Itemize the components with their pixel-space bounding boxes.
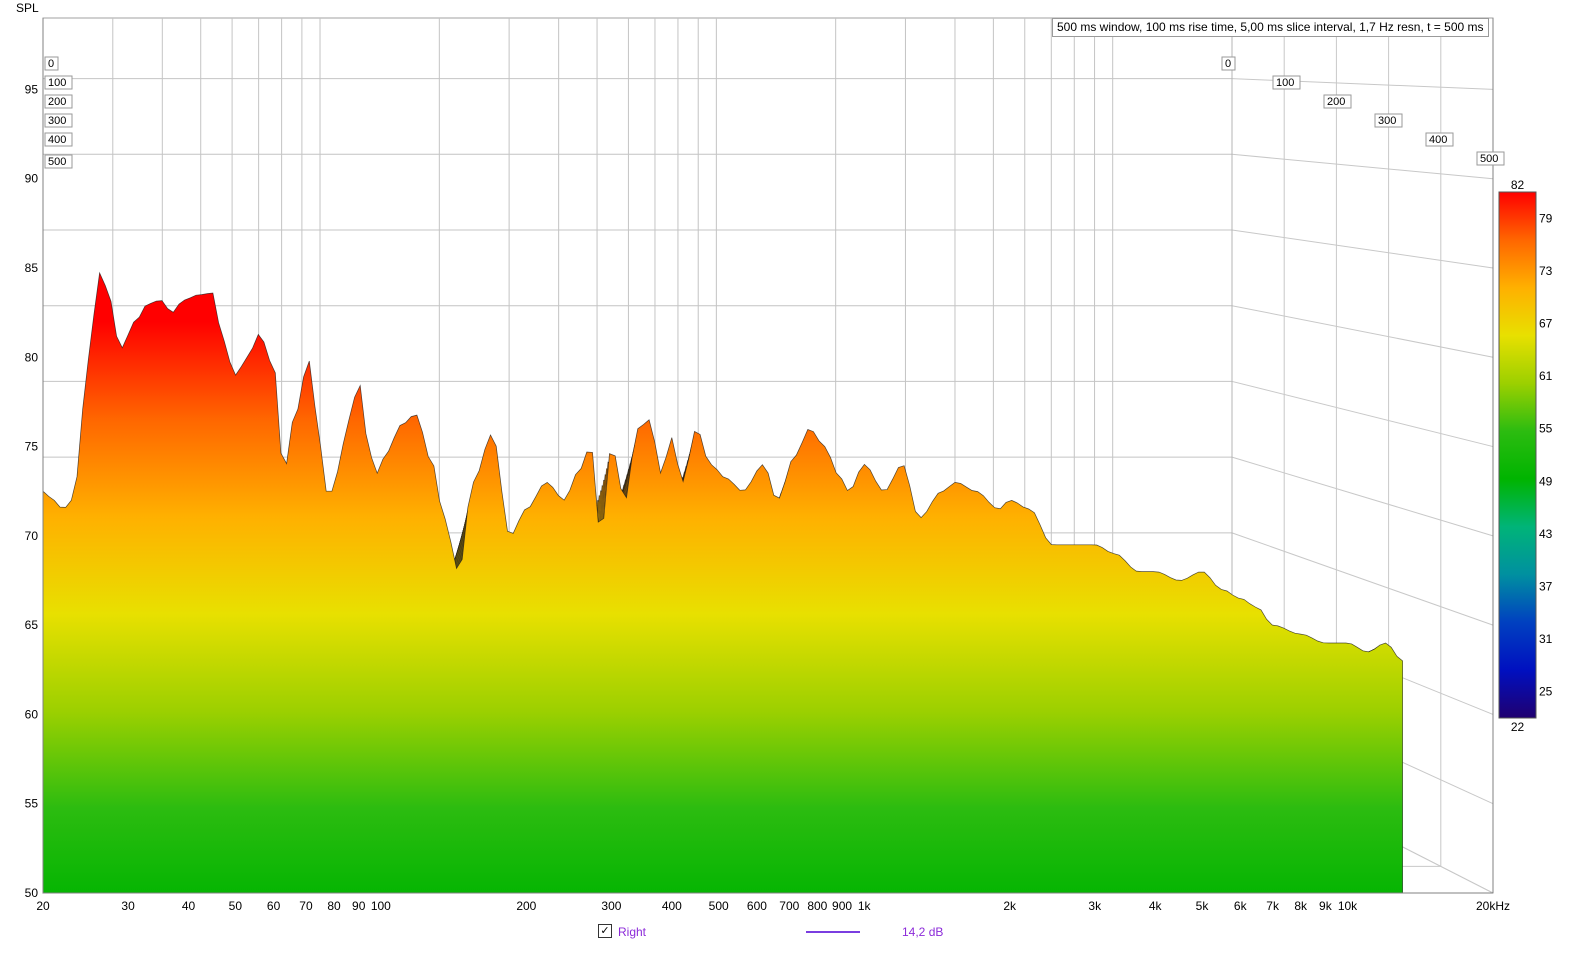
x-tick-label: 70	[299, 899, 313, 913]
time-label-right: 0	[1225, 58, 1231, 70]
y-tick-label: 85	[25, 261, 39, 275]
colorbar-label: 79	[1539, 211, 1553, 225]
legend-series-name: Right	[618, 925, 647, 939]
colorbar-label: 73	[1539, 264, 1553, 278]
time-label-left: 400	[48, 134, 66, 146]
x-tick-label: 200	[516, 899, 536, 913]
x-tick-label: 50	[229, 899, 243, 913]
x-tick-label: 300	[601, 899, 621, 913]
colorbar-label: 49	[1539, 474, 1553, 488]
y-tick-label: 65	[25, 618, 39, 632]
x-tick-label: 60	[267, 899, 281, 913]
y-tick-label: 60	[25, 707, 39, 721]
y-tick-label: 90	[25, 172, 39, 186]
colorbar-gradient	[1498, 191, 1537, 719]
y-axis-title: SPL	[16, 1, 39, 15]
x-tick-label: 10k	[1338, 899, 1358, 913]
y-tick-label: 55	[25, 797, 39, 811]
x-tick-label: 30	[121, 899, 135, 913]
colorbar-label: 67	[1539, 317, 1553, 331]
colorbar-label: 82	[1511, 178, 1525, 192]
waterfall-plot: SPL 50 55 60 65 70 75 80 85 90 95 20 30 40 50 60 70 80 90 1…	[16, 1, 1553, 913]
x-tick-label: 4k	[1149, 899, 1163, 913]
colorbar-label: 37	[1539, 580, 1553, 594]
colorbar-label: 55	[1539, 422, 1553, 436]
y-tick-label: 80	[25, 350, 39, 364]
legend-checkbox-right[interactable]: ✓	[598, 924, 612, 938]
time-label-left: 500	[48, 156, 66, 168]
time-label-right: 100	[1276, 77, 1294, 89]
time-label-right: 300	[1378, 115, 1396, 127]
time-label-right: 500	[1480, 153, 1498, 165]
y-tick-label: 75	[25, 440, 39, 454]
x-tick-label: 20kHz	[1476, 899, 1510, 913]
time-label-right: 400	[1429, 134, 1447, 146]
legend-swatch	[806, 931, 860, 933]
x-tick-label: 20	[36, 899, 50, 913]
settings-info-text: 500 ms window, 100 ms rise time, 5,00 ms…	[1052, 18, 1489, 37]
x-tick-label: 700	[779, 899, 799, 913]
x-tick-label: 8k	[1294, 899, 1308, 913]
x-tick-label: 5k	[1196, 899, 1210, 913]
x-tick-label: 2k	[1003, 899, 1017, 913]
colorbar-label: 43	[1539, 527, 1553, 541]
x-tick-label: 90	[352, 899, 366, 913]
y-tick-label: 50	[25, 886, 39, 900]
x-tick-label: 7k	[1266, 899, 1280, 913]
y-tick-label: 70	[25, 529, 39, 543]
x-tick-label: 100	[371, 899, 391, 913]
colorbar: 82 79 73 67 61 55 49 43 37 31 25 22	[1498, 178, 1553, 734]
time-label-left: 0	[48, 58, 54, 70]
y-tick-label: 95	[25, 82, 39, 96]
x-tick-label: 80	[327, 899, 341, 913]
x-tick-label: 400	[662, 899, 682, 913]
colorbar-label: 22	[1511, 720, 1525, 734]
time-label-right: 200	[1327, 96, 1345, 108]
colorbar-label: 31	[1539, 632, 1553, 646]
x-tick-label: 900	[832, 899, 852, 913]
time-label-left: 100	[48, 77, 66, 89]
time-label-left: 300	[48, 115, 66, 127]
colorbar-label: 61	[1539, 369, 1553, 383]
x-tick-label: 600	[747, 899, 767, 913]
x-tick-label: 800	[807, 899, 827, 913]
x-tick-label: 6k	[1234, 899, 1248, 913]
x-tick-label: 9k	[1319, 899, 1333, 913]
x-tick-label: 1k	[858, 899, 872, 913]
x-tick-label: 40	[182, 899, 196, 913]
colorbar-label: 25	[1539, 685, 1553, 699]
x-tick-label: 500	[709, 899, 729, 913]
legend-series-value: 14,2 dB	[902, 925, 944, 939]
time-label-left: 200	[48, 96, 66, 108]
x-tick-label: 3k	[1088, 899, 1102, 913]
